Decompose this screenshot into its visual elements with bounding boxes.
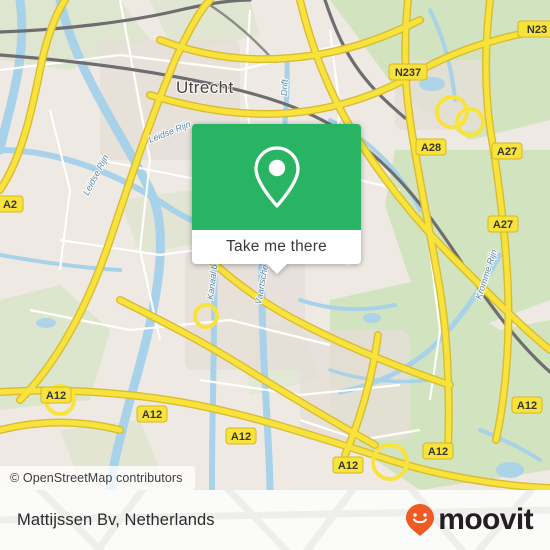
svg-text:A12: A12 bbox=[428, 446, 448, 458]
svg-text:A28: A28 bbox=[421, 142, 441, 154]
map-city-label: Utrecht bbox=[176, 78, 234, 97]
callout-pointer-tail bbox=[265, 263, 288, 274]
water-label: Drift bbox=[279, 79, 290, 96]
moovit-wordmark: moovit bbox=[438, 503, 533, 536]
moovit-map-screen: Utrecht Leidse Rijn Leidse Rijn Drift Ka… bbox=[0, 0, 550, 550]
svg-text:A12: A12 bbox=[517, 400, 537, 412]
highway-shield: N23 bbox=[517, 20, 550, 38]
moovit-smiley-pin-icon bbox=[406, 504, 435, 536]
svg-text:A2: A2 bbox=[3, 199, 17, 211]
highway-shield: A12 bbox=[332, 456, 364, 474]
highway-shield: A28 bbox=[415, 138, 447, 156]
place-name-label: Mattijssen Bv, Netherlands bbox=[17, 510, 215, 529]
callout-icon-area bbox=[192, 124, 361, 230]
svg-text:A27: A27 bbox=[497, 146, 517, 158]
highway-shield: A12 bbox=[40, 386, 72, 404]
highway-shield: N237 bbox=[388, 63, 428, 81]
footer-bar: Mattijssen Bv, Netherlands moovit bbox=[0, 490, 550, 550]
svg-text:A12: A12 bbox=[46, 390, 66, 402]
callout-action-area[interactable]: Take me there bbox=[192, 230, 361, 274]
svg-text:A27: A27 bbox=[493, 219, 513, 231]
svg-text:N237: N237 bbox=[395, 67, 421, 79]
highway-shield: A2 bbox=[0, 195, 24, 213]
osm-attribution[interactable]: © OpenStreetMap contributors bbox=[0, 466, 195, 490]
osm-attribution-text: © OpenStreetMap contributors bbox=[10, 471, 183, 485]
footer-content: Mattijssen Bv, Netherlands moovit bbox=[0, 490, 550, 550]
svg-text:A12: A12 bbox=[142, 409, 162, 421]
svg-text:A12: A12 bbox=[231, 431, 251, 443]
svg-text:A12: A12 bbox=[338, 460, 358, 472]
map-pin-icon bbox=[253, 146, 300, 208]
moovit-logo[interactable]: moovit bbox=[405, 503, 534, 537]
highway-shield: A12 bbox=[511, 396, 543, 414]
highway-shield: A27 bbox=[487, 215, 519, 233]
map-canvas[interactable]: Utrecht Leidse Rijn Leidse Rijn Drift Ka… bbox=[0, 0, 550, 490]
svg-text:N23: N23 bbox=[527, 24, 547, 36]
destination-callout-card[interactable]: Take me there bbox=[192, 124, 361, 274]
highway-shield: A12 bbox=[225, 427, 257, 445]
highway-shield: A27 bbox=[491, 142, 523, 160]
highway-shield: A12 bbox=[136, 405, 168, 423]
take-me-there-label: Take me there bbox=[226, 238, 327, 255]
highway-shield: A12 bbox=[422, 442, 454, 460]
